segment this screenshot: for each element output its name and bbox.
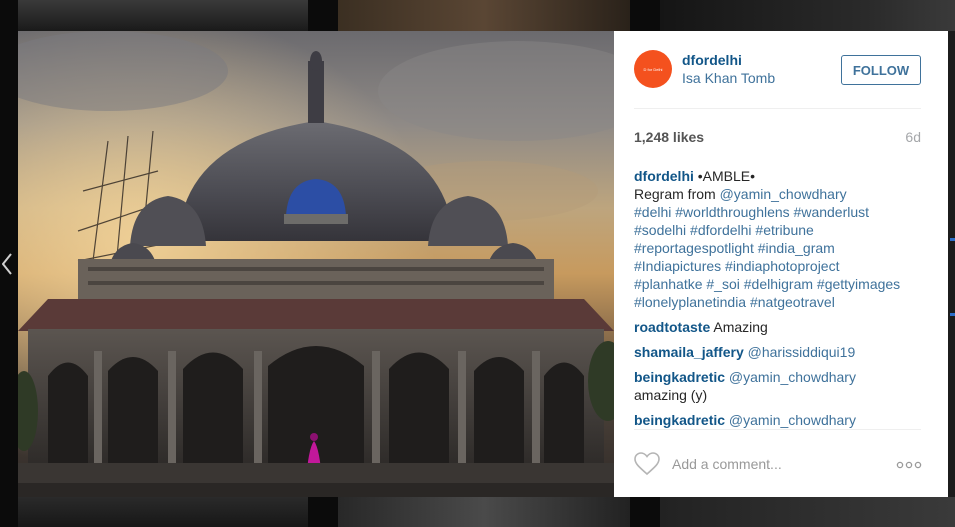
- caption-username-link[interactable]: dfordelhi: [634, 168, 694, 184]
- feed-thumbnail[interactable]: [18, 0, 308, 31]
- post-details-panel: D for Delhi dfordelhi Isa Khan Tomb FOLL…: [614, 31, 948, 497]
- comment-username-link[interactable]: beingkadretic: [634, 412, 725, 428]
- hashtag-line[interactable]: #delhi #worldthroughlens #wanderlust: [634, 203, 926, 221]
- edge-marker: [950, 313, 955, 316]
- hashtag-line[interactable]: #Indiapictures #indiaphotoproject: [634, 257, 926, 275]
- comment-item: beingkadretic @yamin_chowdhary amazing (…: [634, 368, 926, 404]
- feed-thumbnail[interactable]: [338, 497, 630, 527]
- next-post-edge: [948, 31, 955, 497]
- likes-count[interactable]: 1,248 likes: [634, 129, 704, 145]
- hashtag-line[interactable]: #sodelhi #dfordelhi #etribune: [634, 221, 926, 239]
- post-modal: D for Delhi dfordelhi Isa Khan Tomb FOLL…: [18, 31, 948, 497]
- chevron-left-icon: [2, 253, 12, 275]
- hashtag-line[interactable]: #planhatke #_soi #delhigram #gettyimages: [634, 275, 926, 293]
- comment-username-link[interactable]: beingkadretic: [634, 369, 725, 385]
- caption-line: Regram from @yamin_chowdhary: [634, 185, 926, 203]
- comment-footer: [634, 429, 922, 498]
- mention-link[interactable]: @yamin_chowdhary: [729, 369, 856, 385]
- post-username-link[interactable]: dfordelhi: [682, 52, 742, 68]
- comment-line: beingkadretic @yamin_chowdhary: [634, 368, 926, 386]
- caption: dfordelhi •AMBLE• Regram from @yamin_cho…: [634, 167, 926, 311]
- comment-text: amazing (y): [634, 387, 708, 403]
- post-header: D for Delhi dfordelhi Isa Khan Tomb FOLL…: [634, 31, 921, 109]
- mention-link[interactable]: @yamin_chowdhary: [720, 186, 847, 202]
- comments-list[interactable]: dfordelhi •AMBLE• Regram from @yamin_cho…: [634, 167, 926, 429]
- hashtag-line[interactable]: #lonelyplanetindia #natgeotravel: [634, 293, 926, 311]
- ellipsis-icon[interactable]: [896, 461, 922, 469]
- heart-outline-icon[interactable]: [634, 452, 660, 476]
- post-photo[interactable]: [18, 31, 614, 497]
- feed-thumbnail[interactable]: [338, 0, 630, 31]
- caption-title: •AMBLE•: [697, 168, 756, 184]
- avatar[interactable]: D for Delhi: [634, 50, 672, 88]
- regram-prefix: Regram from: [634, 186, 716, 202]
- edge-marker: [950, 238, 955, 241]
- likes-row: 1,248 likes 6d: [634, 129, 921, 147]
- comment-username-link[interactable]: shamaila_jaffery: [634, 344, 744, 360]
- mention-link[interactable]: @harissiddiqui19: [748, 344, 856, 360]
- add-comment-input[interactable]: [672, 454, 882, 474]
- comment-text: Amazing: [713, 319, 768, 335]
- comment-item: shamaila_jaffery @harissiddiqui19: [634, 343, 926, 361]
- feed-thumbnail[interactable]: [18, 497, 308, 527]
- tomb-illustration: [18, 31, 614, 497]
- comment-item: beingkadretic @yamin_chowdhary: [634, 411, 926, 429]
- avatar-label: D for Delhi: [643, 66, 663, 72]
- post-location-link[interactable]: Isa Khan Tomb: [682, 70, 775, 86]
- hashtag-line[interactable]: #reportagespotlight #india_gram: [634, 239, 926, 257]
- feed-thumbnail[interactable]: [660, 0, 955, 31]
- feed-thumbnail[interactable]: [660, 497, 955, 527]
- comment-username-link[interactable]: roadtotaste: [634, 319, 710, 335]
- comment-item: roadtotaste Amazing: [634, 318, 926, 336]
- follow-button[interactable]: FOLLOW: [841, 55, 921, 85]
- previous-post-button[interactable]: [0, 250, 14, 278]
- caption-line: dfordelhi •AMBLE•: [634, 167, 926, 185]
- mention-link[interactable]: @yamin_chowdhary: [729, 412, 856, 428]
- post-age[interactable]: 6d: [905, 129, 921, 145]
